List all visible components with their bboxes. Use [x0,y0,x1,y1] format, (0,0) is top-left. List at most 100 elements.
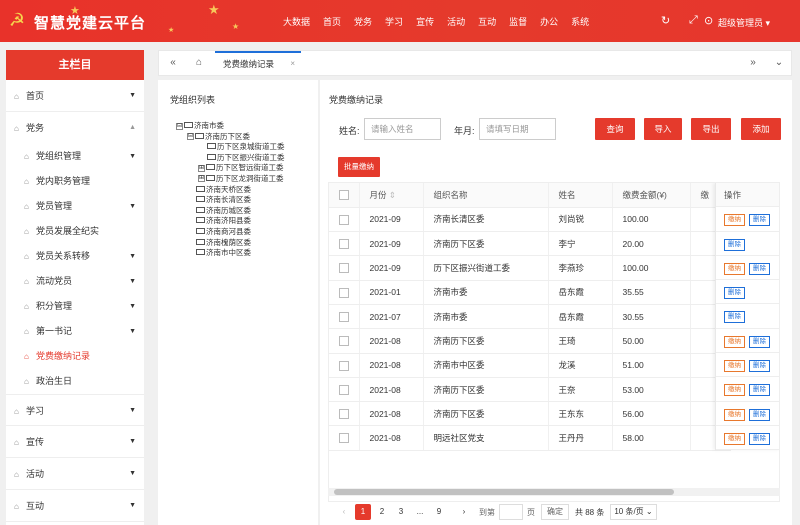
goto-confirm-button[interactable]: 确定 [541,504,569,520]
tree-node[interactable]: 济南历城区委 [176,206,285,217]
refresh-icon[interactable]: ↻ [661,14,670,27]
name-input[interactable]: 请输入姓名 [364,118,441,140]
expand-icon[interactable]: ⊞ [198,164,205,172]
delete-button[interactable]: 删除 [749,384,770,397]
tree-node[interactable]: ⊟ 济南历下区委 [176,132,285,143]
scroll-right-icon[interactable]: » [743,51,763,75]
scrollbar-thumb[interactable] [334,489,674,495]
export-button[interactable]: 导出 [691,118,731,140]
sidebar-item-interaction[interactable]: ⌂ 互动 ▼ [6,490,144,522]
lock-icon[interactable]: ⊙ [704,14,713,27]
scroll-left-icon[interactable]: « [163,51,183,75]
close-icon[interactable]: × [290,53,295,75]
tree-node[interactable]: 济南市中区委 [176,248,285,259]
nav-publicity[interactable]: 宣传 [416,15,434,28]
row-checkbox[interactable] [339,409,349,420]
tree-node[interactable]: 济南济阳县委 [176,216,285,227]
tree-node[interactable]: ⊞ 历下区智远街道工委 [176,163,285,174]
user-menu[interactable]: 超级管理员 ▾ [718,16,770,29]
import-button[interactable]: 导入 [644,118,682,140]
page-1-button[interactable]: 1 [355,504,371,520]
page-3-button[interactable]: 3 [393,504,409,520]
delete-button[interactable]: 删除 [724,287,745,300]
tree-node[interactable]: ⊟ 济南市委 [176,121,285,132]
tree-node[interactable]: 济南长清区委 [176,195,285,206]
pay-button[interactable]: 缴纳 [724,432,745,445]
pay-button[interactable]: 缴纳 [724,214,745,227]
sidebar-item-position-management[interactable]: ⌂ 党内职务管理 [6,169,144,194]
delete-button[interactable]: 删除 [749,408,770,421]
select-all-checkbox[interactable] [339,190,349,201]
sidebar-item-home[interactable]: ⌂ 首页 ▼ [6,80,144,112]
row-checkbox[interactable] [339,433,349,444]
sort-icon[interactable]: ⇕ [389,190,396,200]
delete-button[interactable]: 删除 [724,238,745,251]
row-checkbox[interactable] [339,384,349,395]
row-checkbox[interactable] [339,239,349,250]
sidebar-item-political-birthday[interactable]: ⌂ 政治生日 [6,369,144,394]
row-checkbox[interactable] [339,287,349,298]
pay-button[interactable]: 缴纳 [724,335,745,348]
sidebar-item-first-secretary[interactable]: ⌂ 第一书记 ▼ [6,319,144,344]
pay-button[interactable]: 缴纳 [724,408,745,421]
home-tab-icon[interactable]: ⌂ [189,51,209,75]
next-page-button[interactable]: › [456,504,472,520]
nav-supervision[interactable]: 监督 [509,15,527,28]
prev-page-button[interactable]: ‹ [336,504,352,520]
sidebar-item-activity[interactable]: ⌂ 活动 ▼ [6,458,144,490]
row-checkbox[interactable] [339,263,349,274]
delete-button[interactable]: 删除 [749,360,770,373]
sidebar-item-org-management[interactable]: ⌂ 党组织管理 ▼ [6,144,144,169]
tree-node[interactable]: 历下区泉城街道工委 [176,142,285,153]
horizontal-scrollbar[interactable] [328,488,780,496]
pay-button[interactable]: 缴纳 [724,384,745,397]
tab-dues-records[interactable]: 党费缴纳记录 × [215,51,301,75]
nav-study[interactable]: 学习 [385,15,403,28]
sidebar-item-dues-records[interactable]: ⌂ 党费缴纳记录 [6,344,144,369]
sidebar-item-publicity[interactable]: ⌂ 宣传 ▼ [6,426,144,458]
sidebar-item-points-management[interactable]: ⌂ 积分管理 ▼ [6,294,144,319]
page-9-button[interactable]: 9 [431,504,447,520]
nav-interaction[interactable]: 互动 [478,15,496,28]
sidebar-item-mobile-members[interactable]: ⌂ 流动党员 ▼ [6,269,144,294]
collapse-icon[interactable]: ⊟ [176,122,183,130]
tree-node[interactable]: 济南槐荫区委 [176,238,285,249]
expand-icon[interactable]: ⊞ [198,175,205,183]
pay-button[interactable]: 缴纳 [724,262,745,275]
batch-pay-button[interactable]: 批量缴纳 [338,157,380,177]
nav-activity[interactable]: 活动 [447,15,465,28]
fullscreen-icon[interactable]: ⤢ [689,14,698,27]
sidebar-item-relation-transfer[interactable]: ⌂ 党员关系转移 ▼ [6,244,144,269]
month-header[interactable]: 月份 ⇕ [359,183,424,208]
sidebar-item-study[interactable]: ⌂ 学习 ▼ [6,394,144,426]
pay-button[interactable]: 缴纳 [724,360,745,373]
page-size-select[interactable]: 10 条/页 ⌄ [610,504,657,520]
date-input[interactable]: 请填写日期 [479,118,556,140]
page-2-button[interactable]: 2 [374,504,390,520]
nav-office[interactable]: 办公 [540,15,558,28]
tree-node[interactable]: 济南天桥区委 [176,185,285,196]
sidebar-item-development-record[interactable]: ⌂ 党员发展全纪实 [6,219,144,244]
delete-button[interactable]: 删除 [749,214,770,227]
delete-button[interactable]: 删除 [724,311,745,324]
delete-button[interactable]: 删除 [749,432,770,445]
row-checkbox[interactable] [339,214,349,225]
row-checkbox[interactable] [339,360,349,371]
row-checkbox[interactable] [339,336,349,347]
query-button[interactable]: 查询 [595,118,635,140]
sidebar-item-member-management[interactable]: ⌂ 党员管理 ▼ [6,194,144,219]
goto-page-input[interactable] [499,504,523,520]
nav-system[interactable]: 系统 [571,15,589,28]
nav-party-affairs[interactable]: 党务 [354,15,372,28]
sidebar-item-party-affairs[interactable]: ⌂ 党务 ▲ [6,112,144,144]
delete-button[interactable]: 删除 [749,262,770,275]
tree-node[interactable]: ⊞ 历下区龙洞街道工委 [176,174,285,185]
collapse-icon[interactable]: ⊟ [187,133,194,141]
row-checkbox[interactable] [339,312,349,322]
tree-node[interactable]: 济南商河县委 [176,227,285,238]
nav-bigdata[interactable]: 大数据 [283,15,310,28]
nav-home[interactable]: 首页 [323,15,341,28]
tree-node[interactable]: 历下区振兴街道工委 [176,153,285,164]
delete-button[interactable]: 删除 [749,335,770,348]
add-button[interactable]: 添加 [741,118,781,140]
